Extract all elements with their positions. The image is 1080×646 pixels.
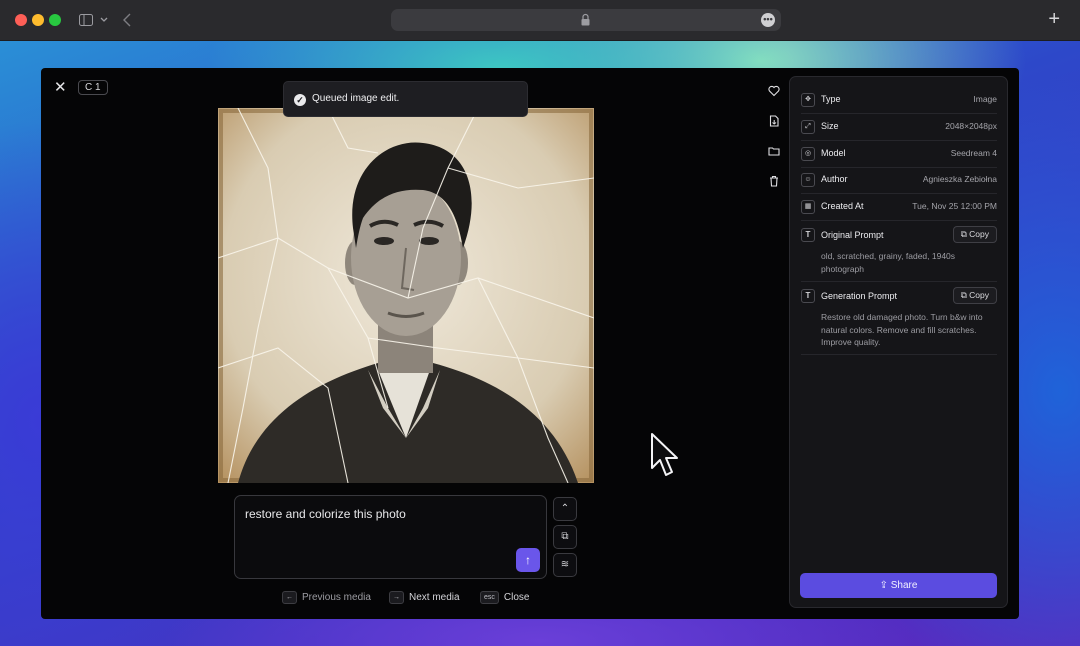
- generation-prompt-section: T Generation Prompt ⧉ Copy Restore old d…: [801, 287, 997, 355]
- detail-label: Type: [821, 94, 841, 104]
- next-media-hint[interactable]: → Next media: [389, 591, 460, 605]
- share-button[interactable]: ⇪ Share: [800, 573, 997, 598]
- calendar-icon: ▦: [801, 200, 815, 214]
- window-close-button[interactable]: [15, 14, 27, 26]
- original-prompt-label: Original Prompt: [821, 230, 884, 240]
- detail-label: Model: [821, 148, 846, 158]
- text-icon: T: [801, 289, 815, 303]
- detail-row-type: ✥ Type Image: [801, 88, 997, 114]
- original-prompt-text: old, scratched, grainy, faded, 1940s pho…: [821, 251, 956, 274]
- mouse-cursor-icon: [651, 433, 678, 476]
- check-circle-icon: ✓: [294, 94, 306, 106]
- detail-value: Tue, Nov 25 12:00 PM: [912, 201, 997, 211]
- esc-key: esc: [480, 591, 499, 604]
- right-arrow-key: →: [389, 591, 404, 604]
- lock-icon: [581, 13, 590, 26]
- more-options-icon[interactable]: •••: [761, 13, 775, 27]
- close-hint[interactable]: esc Close: [480, 591, 529, 605]
- prompt-text: restore and colorize this photo: [245, 507, 406, 521]
- previous-media-hint[interactable]: ← Previous media: [282, 591, 371, 605]
- detail-value: Image: [973, 94, 997, 104]
- toast-message: Queued image edit.: [312, 93, 400, 104]
- folder-icon[interactable]: [768, 144, 780, 156]
- detail-label: Size: [821, 121, 839, 131]
- text-icon: T: [801, 228, 815, 242]
- generation-prompt-label: Generation Prompt: [821, 291, 898, 301]
- toast-notification: ✓ Queued image edit.: [283, 81, 528, 117]
- detail-row-size: ⤢ Size 2048×2048px: [801, 115, 997, 141]
- send-button[interactable]: ↑: [516, 548, 540, 572]
- author-icon: ☺: [801, 173, 815, 187]
- layers-icon[interactable]: ≋: [553, 553, 577, 577]
- media-image: [218, 108, 594, 483]
- detail-row-model: ◎ Model Seedream 4: [801, 142, 997, 168]
- detail-label: Author: [821, 174, 848, 184]
- previous-media-label: Previous media: [302, 592, 371, 603]
- original-prompt-section: T Original Prompt ⧉ Copy old, scratched,…: [801, 226, 997, 282]
- type-icon: ✥: [801, 93, 815, 107]
- generation-prompt-text: Restore old damaged photo. Turn b&w into…: [821, 312, 983, 347]
- chevron-down-icon[interactable]: [100, 17, 108, 23]
- left-arrow-key: ←: [282, 591, 297, 604]
- download-file-icon[interactable]: [768, 114, 780, 127]
- size-icon: ⤢: [801, 120, 815, 134]
- model-icon: ◎: [801, 147, 815, 161]
- copy-generation-prompt-button[interactable]: ⧉ Copy: [952, 287, 997, 304]
- detail-row-author: ☺ Author Agnieszka Zebiołna: [801, 168, 997, 194]
- detail-value: Seedream 4: [950, 148, 997, 158]
- sidebar-toggle-icon[interactable]: [79, 14, 93, 26]
- edit-image-icon[interactable]: ⧉: [553, 525, 577, 549]
- browser-toolbar: ••• +: [0, 0, 1080, 41]
- window-minimize-button[interactable]: [32, 14, 44, 26]
- address-bar[interactable]: •••: [391, 9, 781, 31]
- favorite-heart-icon[interactable]: [768, 84, 780, 97]
- portrait-photo: [218, 108, 594, 483]
- detail-row-created-at: ▦ Created At Tue, Nov 25 12:00 PM: [801, 195, 997, 221]
- detail-value: Agnieszka Zebiołna: [922, 174, 997, 184]
- detail-value: 2048×2048px: [945, 121, 997, 131]
- next-media-label: Next media: [409, 592, 460, 603]
- new-tab-button[interactable]: +: [1048, 9, 1060, 29]
- back-arrow-icon[interactable]: [123, 13, 131, 27]
- details-panel: ✥ Type Image ⤢ Size 2048×2048px ◎ Model …: [789, 76, 1008, 608]
- edit-prompt-textarea[interactable]: restore and colorize this photo ↑: [234, 495, 547, 579]
- close-viewer-button[interactable]: ✕: [54, 80, 67, 95]
- detail-label: Created At: [821, 201, 864, 211]
- close-label: Close: [503, 592, 530, 603]
- media-counter-badge: C 1: [78, 80, 108, 95]
- copy-original-prompt-button[interactable]: ⧉ Copy: [952, 226, 997, 243]
- expand-up-icon[interactable]: ⌃: [553, 497, 577, 521]
- window-zoom-button[interactable]: [49, 14, 61, 26]
- trash-icon[interactable]: [768, 174, 780, 187]
